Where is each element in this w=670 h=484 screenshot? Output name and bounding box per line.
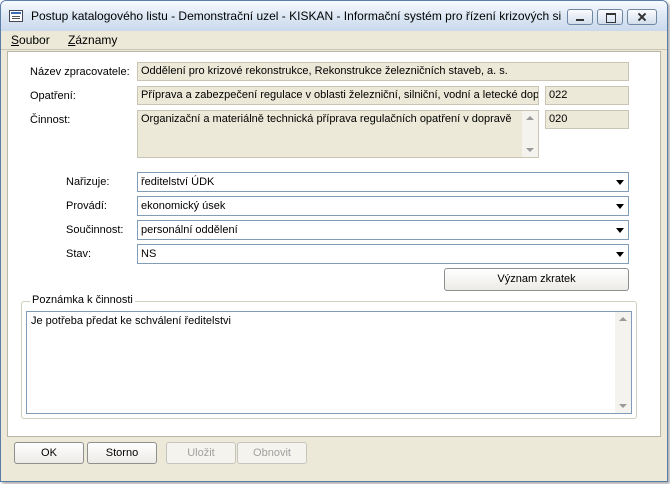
- narizuje-label: Nařizuje:: [66, 176, 110, 188]
- opatreni-field[interactable]: Příprava a zabezpečení regulace v oblast…: [137, 86, 539, 105]
- ok-button[interactable]: OK: [14, 442, 84, 464]
- storno-button[interactable]: Storno: [87, 442, 157, 464]
- cinnost-scrollbar[interactable]: [522, 111, 538, 157]
- close-button[interactable]: [627, 9, 657, 25]
- nazev-field[interactable]: Oddělení pro krizové rekonstrukce, Rekon…: [137, 62, 629, 81]
- button-bar: OK Storno Uložit Obnovit: [1, 439, 667, 481]
- poznamka-group: Poznámka k činnosti Je potřeba předat ke…: [21, 294, 637, 419]
- chevron-down-icon[interactable]: [612, 174, 627, 190]
- cinnost-text: Organizační a materiálně technická přípr…: [141, 113, 512, 125]
- soucinnost-label: Součinnost:: [66, 224, 124, 236]
- stav-select[interactable]: NS: [137, 244, 629, 264]
- stav-value: NS: [141, 248, 157, 260]
- obnovit-button[interactable]: Obnovit: [237, 442, 307, 464]
- provadi-label: Provádí:: [66, 200, 107, 212]
- scroll-down-icon[interactable]: [526, 148, 534, 152]
- menu-soubor[interactable]: Soubor: [11, 33, 50, 47]
- poznamka-title: Poznámka k činnosti: [30, 294, 135, 306]
- poznamka-textarea[interactable]: Je potřeba předat ke schválení ředitelst…: [26, 311, 632, 414]
- minimize-button[interactable]: [567, 9, 593, 25]
- chevron-down-icon[interactable]: [612, 246, 627, 262]
- nazev-label: Název zpracovatele:: [30, 66, 130, 78]
- scroll-up-icon[interactable]: [619, 317, 627, 321]
- scroll-down-icon[interactable]: [619, 404, 627, 408]
- narizuje-select[interactable]: ředitelství ÚDK: [137, 172, 629, 192]
- cinnost-field[interactable]: Organizační a materiálně technická přípr…: [137, 110, 539, 158]
- opatreni-code-field[interactable]: 022: [545, 86, 629, 105]
- title-bar[interactable]: Postup katalogového listu - Demonstrační…: [1, 1, 667, 32]
- provadi-value: ekonomický úsek: [141, 200, 226, 212]
- provadi-select[interactable]: ekonomický úsek: [137, 196, 629, 216]
- vyznam-zkratek-button[interactable]: Význam zkratek: [444, 268, 629, 291]
- narizuje-value: ředitelství ÚDK: [141, 176, 215, 188]
- poznamka-scrollbar[interactable]: [615, 312, 631, 413]
- window-title: Postup katalogového listu - Demonstrační…: [31, 9, 561, 23]
- chevron-down-icon[interactable]: [612, 198, 627, 214]
- application-window: Postup katalogového listu - Demonstrační…: [0, 0, 668, 482]
- form-panel: Název zpracovatele: Oddělení pro krizové…: [7, 51, 661, 437]
- scroll-up-icon[interactable]: [526, 116, 534, 120]
- menu-bar: Soubor Záznamy: [1, 31, 667, 50]
- cinnost-label: Činnost:: [30, 114, 71, 126]
- soucinnost-select[interactable]: personální oddělení: [137, 220, 629, 240]
- chevron-down-icon[interactable]: [612, 222, 627, 238]
- maximize-button[interactable]: [597, 9, 623, 25]
- poznamka-text: Je potřeba předat ke schválení ředitelst…: [31, 315, 231, 327]
- menu-zaznamy[interactable]: Záznamy: [68, 33, 117, 47]
- app-icon[interactable]: [9, 10, 23, 22]
- opatreni-label: Opatření:: [30, 90, 76, 102]
- soucinnost-value: personální oddělení: [141, 224, 238, 236]
- ulozit-button[interactable]: Uložit: [166, 442, 236, 464]
- stav-label: Stav:: [66, 248, 92, 260]
- cinnost-code-field[interactable]: 020: [545, 110, 629, 129]
